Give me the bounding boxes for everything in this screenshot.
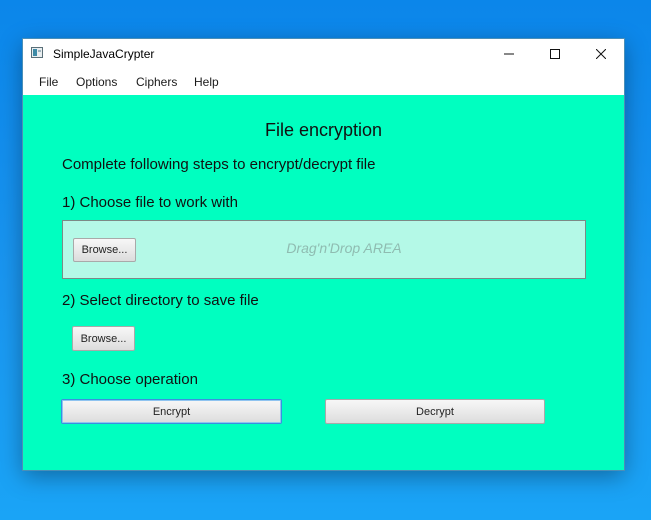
app-window-icon bbox=[31, 47, 43, 58]
close-button[interactable] bbox=[578, 39, 624, 69]
menu-options[interactable]: Options bbox=[76, 75, 117, 89]
drag-drop-area[interactable]: Browse... Drag'n'Drop AREA bbox=[62, 220, 586, 279]
step3-label: 3) Choose operation bbox=[62, 371, 198, 388]
minimize-icon bbox=[504, 53, 514, 55]
menu-ciphers[interactable]: Ciphers bbox=[136, 75, 177, 89]
app-window: SimpleJavaCrypter File Options Ciphers H… bbox=[23, 39, 624, 470]
drop-area-hint: Drag'n'Drop AREA bbox=[286, 240, 402, 256]
window-title: SimpleJavaCrypter bbox=[53, 47, 155, 61]
instructions-text: Complete following steps to encrypt/decr… bbox=[62, 156, 376, 173]
step2-label: 2) Select directory to save file bbox=[62, 292, 259, 309]
title-bar[interactable]: SimpleJavaCrypter bbox=[23, 39, 624, 69]
menu-bar: File Options Ciphers Help bbox=[23, 69, 624, 95]
menu-file[interactable]: File bbox=[39, 75, 58, 89]
decrypt-button[interactable]: Decrypt bbox=[325, 399, 545, 424]
main-content: File encryption Complete following steps… bbox=[23, 95, 624, 470]
page-title: File encryption bbox=[264, 120, 383, 140]
menu-help[interactable]: Help bbox=[194, 75, 219, 89]
close-icon bbox=[596, 49, 606, 59]
maximize-button[interactable] bbox=[532, 39, 578, 69]
maximize-icon bbox=[550, 49, 560, 59]
step1-label: 1) Choose file to work with bbox=[62, 194, 238, 211]
browse-directory-button[interactable]: Browse... bbox=[72, 326, 135, 351]
minimize-button[interactable] bbox=[486, 39, 532, 69]
encrypt-button[interactable]: Encrypt bbox=[61, 399, 282, 424]
